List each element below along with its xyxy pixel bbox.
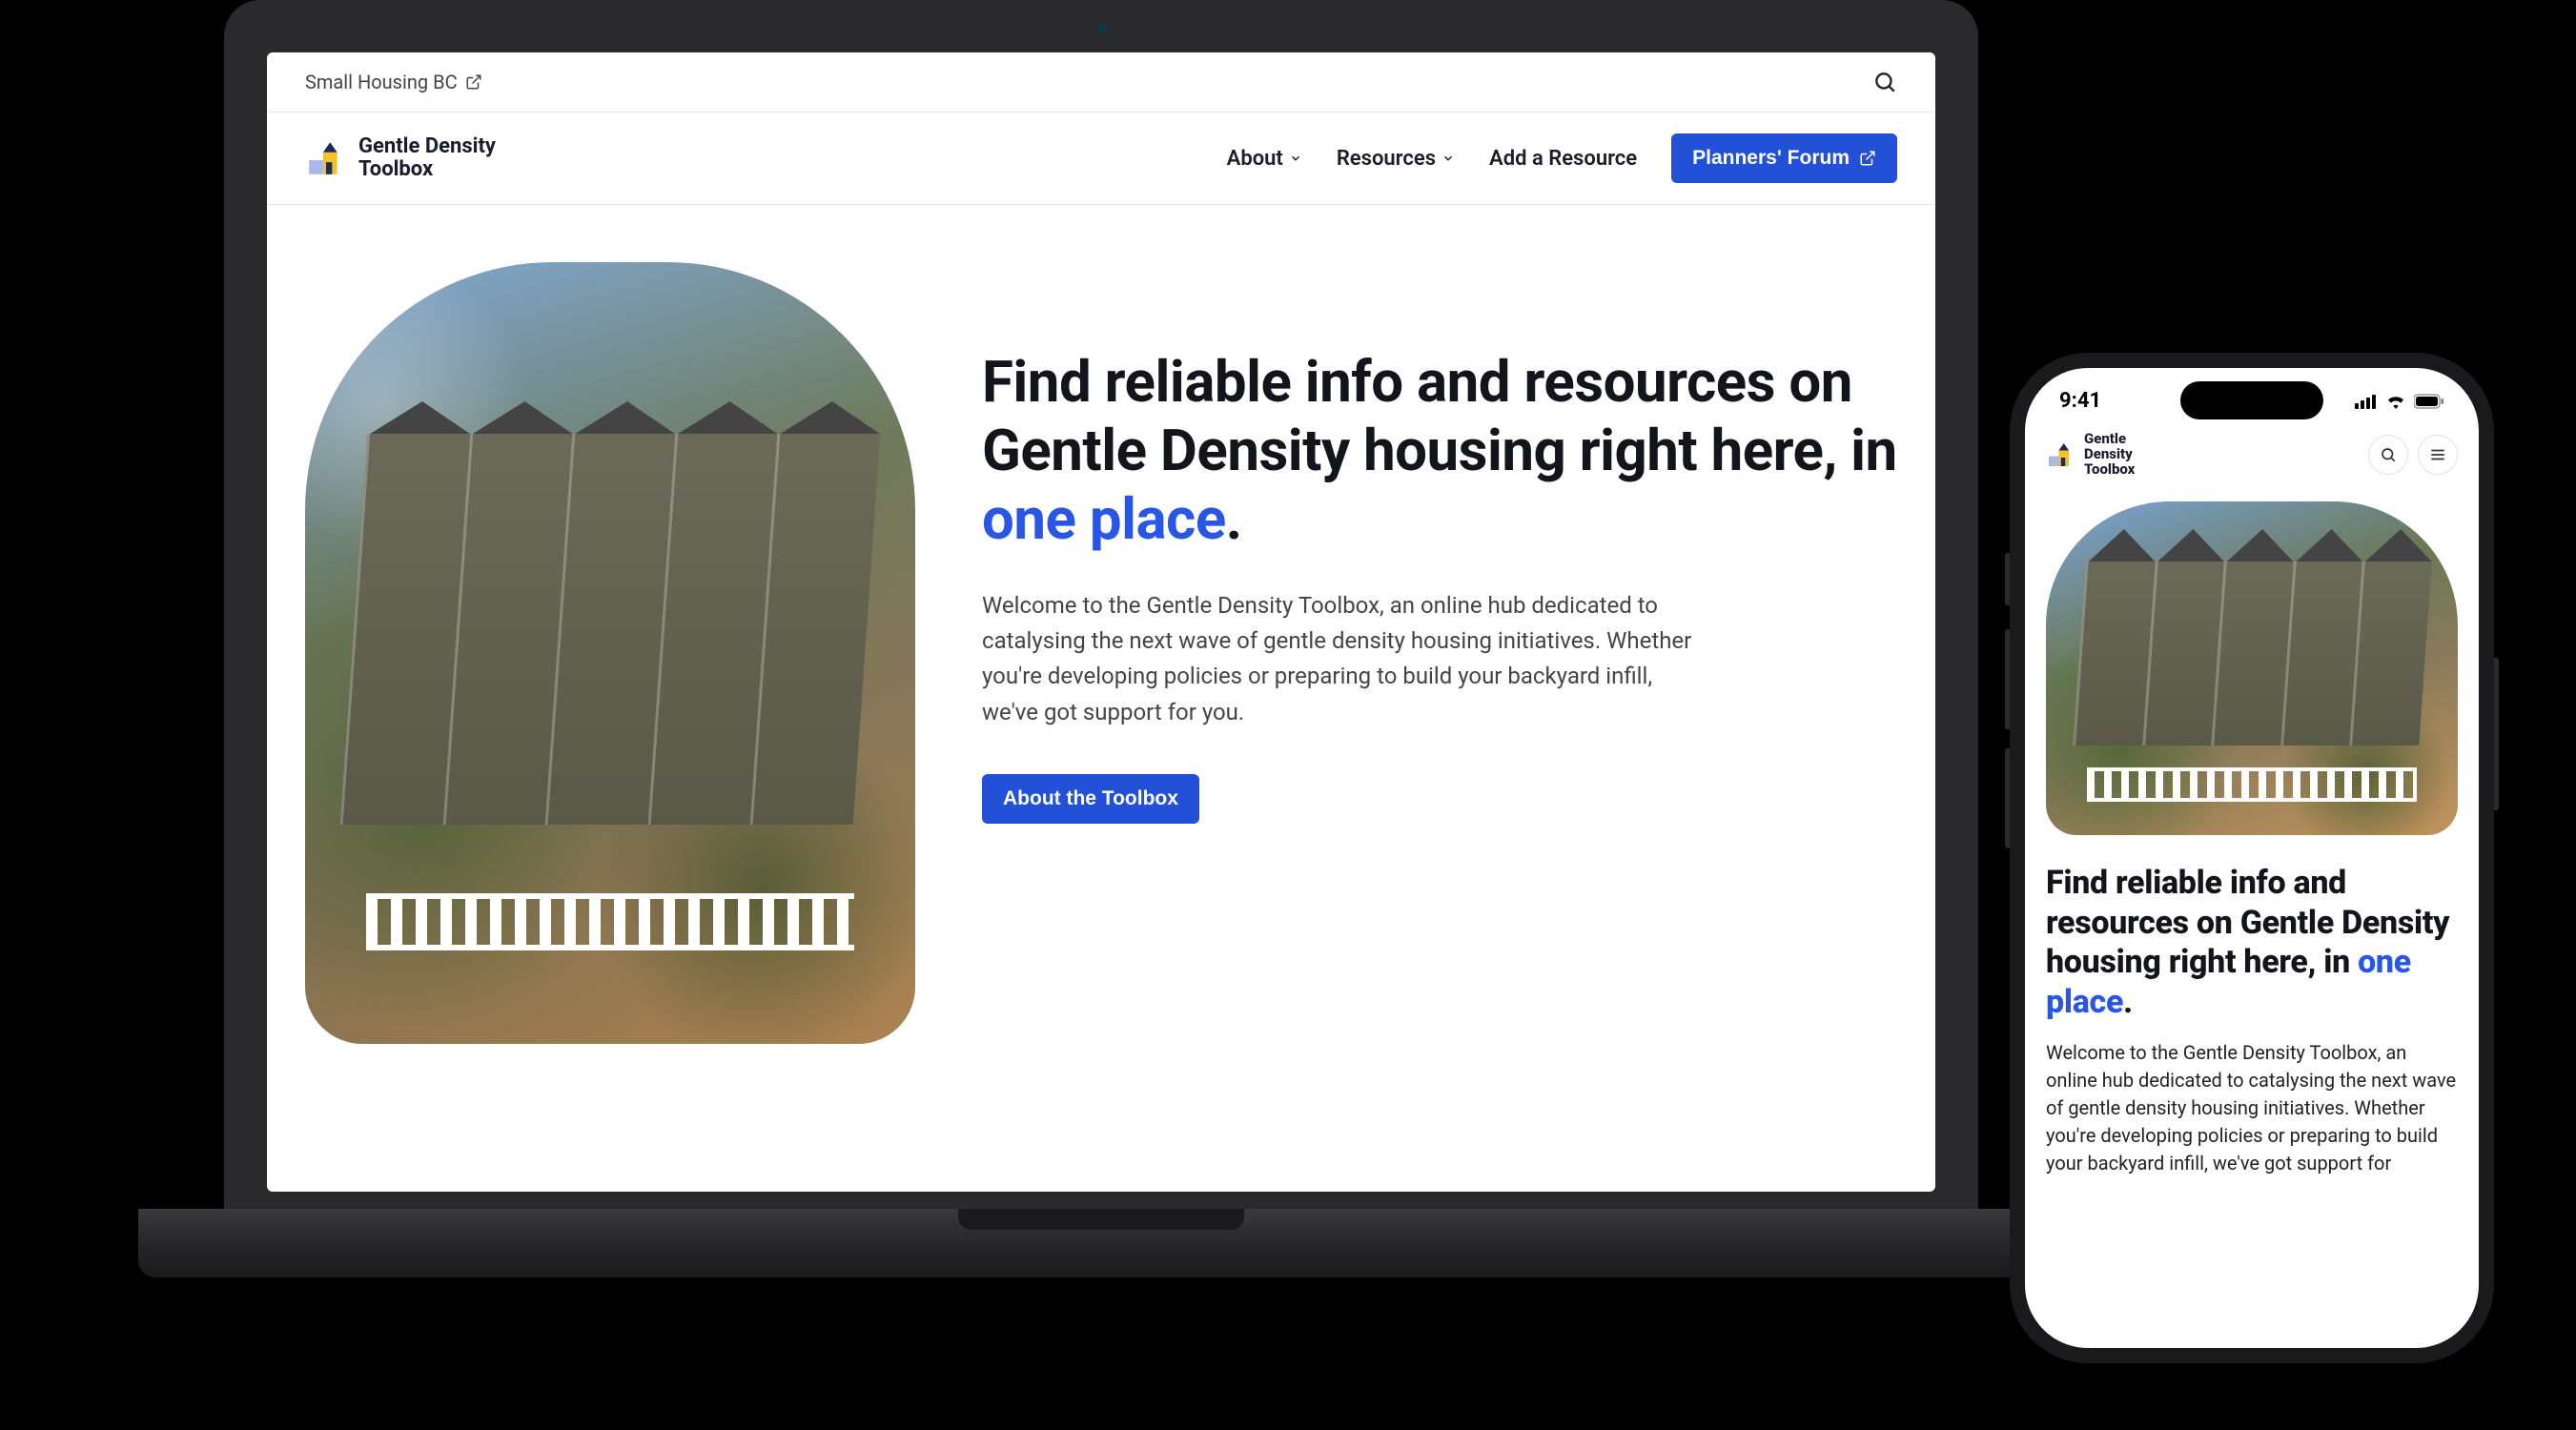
nav-resources-label: Resources — [1337, 147, 1436, 171]
hero-image-houses — [2073, 562, 2431, 746]
main-navigation: Gentle Density Toolbox About Resources — [267, 112, 1935, 205]
hero-image-fence — [366, 893, 854, 950]
brand[interactable]: Gentle Density Toolbox — [2046, 432, 2135, 477]
brand-text: Gentle Density Toolbox — [358, 135, 496, 181]
search-icon — [1872, 70, 1897, 94]
about-toolbox-label: About the Toolbox — [1003, 787, 1178, 810]
nav-add-resource[interactable]: Add a Resource — [1489, 147, 1637, 171]
phone-side-button — [2494, 658, 2499, 810]
laptop-shadow — [157, 1277, 2045, 1335]
laptop-hinge-notch — [958, 1209, 1244, 1230]
headline-pre: Find reliable info and resources on Gent… — [982, 348, 1897, 484]
parent-org-link[interactable]: Small Housing BC — [305, 71, 482, 93]
about-toolbox-button[interactable]: About the Toolbox — [982, 774, 1199, 824]
brand-line1: Gentle Density — [358, 135, 496, 158]
battery-icon — [2414, 394, 2444, 409]
nav-resources[interactable]: Resources — [1337, 147, 1455, 171]
desktop-viewport: Small Housing BC — [267, 52, 1935, 1192]
logo-icon — [305, 138, 345, 178]
hero-body: Welcome to the Gentle Density Toolbox, a… — [982, 588, 1707, 730]
search-icon — [2380, 446, 2397, 463]
mobile-menu-button[interactable] — [2418, 435, 2458, 475]
external-link-icon — [1859, 150, 1876, 167]
laptop-bezel: Small Housing BC — [224, 0, 1978, 1211]
hero-body: Welcome to the Gentle Density Toolbox, a… — [2025, 1022, 2479, 1177]
phone-mockup: 9:41 — [2010, 353, 2494, 1363]
brand-text: Gentle Density Toolbox — [2084, 432, 2135, 477]
brand-line2: Toolbox — [358, 158, 496, 181]
hero-copy: Find reliable info and resources on Gent… — [982, 262, 1897, 1154]
mobile-viewport: 9:41 — [2025, 368, 2479, 1348]
nav-about[interactable]: About — [1227, 147, 1302, 171]
laptop-base — [138, 1209, 2064, 1277]
search-button[interactable] — [1872, 70, 1897, 94]
wifi-icon — [2385, 394, 2406, 409]
mobile-search-button[interactable] — [2368, 435, 2408, 475]
chevron-down-icon — [1289, 152, 1302, 165]
nav-add-resource-label: Add a Resource — [1489, 147, 1637, 171]
hamburger-icon — [2429, 446, 2446, 463]
brand-line-toolbox: Toolbox — [2084, 462, 2135, 478]
laptop-camera — [1096, 23, 1106, 32]
parent-org-label: Small Housing BC — [305, 71, 458, 93]
headline-accent: one place — [982, 485, 1226, 553]
status-time: 9:41 — [2059, 389, 2101, 413]
hero-image-houses — [340, 434, 880, 825]
hero-headline: Find reliable info and resources on Gent… — [982, 348, 1897, 554]
laptop-mockup: Small Housing BC — [138, 0, 2064, 1287]
phone-dynamic-island — [2180, 381, 2323, 419]
headline-post: . — [1226, 485, 1242, 553]
hero-image — [2046, 501, 2458, 835]
headline-post: . — [2123, 983, 2133, 1021]
hero-image — [305, 262, 915, 1044]
nav-about-label: About — [1227, 147, 1283, 171]
planners-forum-button[interactable]: Planners' Forum — [1671, 133, 1897, 183]
hero-image-fence — [2087, 767, 2417, 802]
cellular-icon — [2355, 394, 2378, 409]
mobile-header: Gentle Density Toolbox — [2025, 417, 2479, 488]
planners-forum-label: Planners' Forum — [1692, 147, 1850, 170]
logo-icon — [2046, 440, 2075, 469]
phone-side-button — [2005, 629, 2010, 729]
brand[interactable]: Gentle Density Toolbox — [305, 135, 496, 181]
utility-bar: Small Housing BC — [267, 52, 1935, 112]
hero-section: Find reliable info and resources on Gent… — [267, 205, 1935, 1192]
external-link-icon — [465, 73, 482, 91]
chevron-down-icon — [1441, 152, 1455, 165]
nav-links: About Resources Add a Resource Planners'… — [1227, 133, 1897, 183]
phone-side-button — [2005, 553, 2010, 605]
hero-headline: Find reliable info and resources on Gent… — [2025, 835, 2479, 1022]
phone-side-button — [2005, 748, 2010, 848]
